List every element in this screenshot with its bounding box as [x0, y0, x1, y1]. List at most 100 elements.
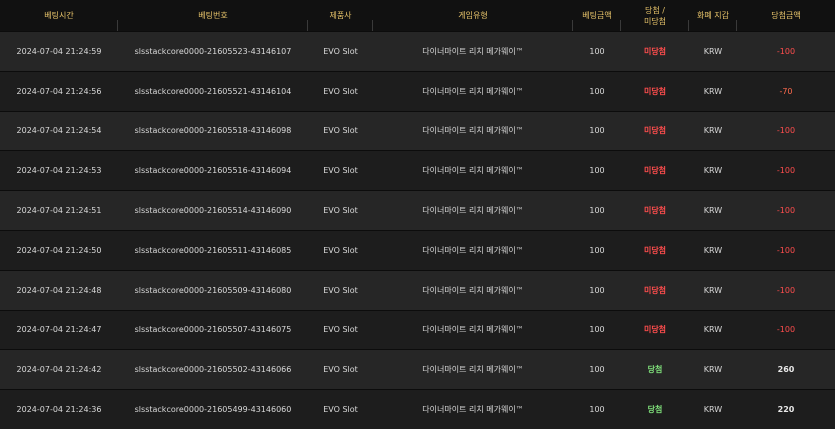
cell-bet-amount: 100 — [573, 190, 621, 231]
cell-bet-number: slsstackcore0000-21605509-43146080 — [118, 269, 308, 311]
cell-game-type: 다이너마이트 리치 메가웨이™ — [373, 110, 573, 151]
cell-bet-time: 2024-07-04 21:24:48 — [0, 269, 118, 311]
cell-win-amount: -100 — [737, 190, 835, 231]
cell-provider: EVO Slot — [308, 190, 373, 231]
cell-win-amount: -100 — [737, 309, 835, 350]
cell-provider: EVO Slot — [308, 389, 373, 429]
cell-bet-number: slsstackcore0000-21605514-43146090 — [118, 190, 308, 231]
table-row[interactable]: 2024-07-04 21:24:36 slsstackcore0000-2160… — [0, 389, 835, 429]
cell-win-amount: 220 — [737, 389, 835, 429]
cell-result: 당첨 — [621, 389, 689, 429]
cell-bet-amount: 100 — [573, 389, 621, 429]
cell-win-amount: -100 — [737, 31, 835, 72]
cell-result: 미당첨 — [621, 269, 689, 311]
header-bet-number[interactable]: 베팅번호 — [118, 0, 308, 32]
cell-currency: KRW — [689, 309, 737, 350]
cell-bet-time: 2024-07-04 21:24:54 — [0, 110, 118, 151]
cell-currency: KRW — [689, 150, 737, 191]
header-game-type[interactable]: 게임유형 — [373, 0, 573, 32]
cell-provider: EVO Slot — [308, 229, 373, 271]
cell-game-type: 다이너마이트 리치 메가웨이™ — [373, 309, 573, 350]
cell-game-type: 다이너마이트 리치 메가웨이™ — [373, 389, 573, 429]
cell-bet-number: slsstackcore0000-21605507-43146075 — [118, 309, 308, 350]
cell-bet-amount: 100 — [573, 309, 621, 350]
cell-win-amount: 260 — [737, 349, 835, 390]
cell-bet-time: 2024-07-04 21:24:53 — [0, 150, 118, 191]
cell-game-type: 다이너마이트 리치 메가웨이™ — [373, 150, 573, 191]
table-row[interactable]: 2024-07-04 21:24:53 slsstackcore0000-2160… — [0, 150, 835, 191]
cell-currency: KRW — [689, 269, 737, 311]
table-row[interactable]: 2024-07-04 21:24:42 slsstackcore0000-2160… — [0, 349, 835, 390]
cell-provider: EVO Slot — [308, 150, 373, 191]
table-row[interactable]: 2024-07-04 21:24:56 slsstackcore0000-2160… — [0, 70, 835, 112]
cell-bet-number: slsstackcore0000-21605521-43146104 — [118, 70, 308, 112]
table-header-row: 베팅시간 베팅번호 제품사 게임유형 베팅금액 당첨 / 미당첨 화폐 지갑 당… — [0, 0, 835, 32]
cell-bet-time: 2024-07-04 21:24:42 — [0, 349, 118, 390]
cell-bet-number: slsstackcore0000-21605511-43146085 — [118, 229, 308, 271]
cell-result: 당첨 — [621, 349, 689, 390]
table-row[interactable]: 2024-07-04 21:24:51 slsstackcore0000-2160… — [0, 190, 835, 231]
cell-provider: EVO Slot — [308, 269, 373, 311]
bet-history-table: 베팅시간 베팅번호 제품사 게임유형 베팅금액 당첨 / 미당첨 화폐 지갑 당… — [0, 0, 835, 429]
cell-currency: KRW — [689, 110, 737, 151]
cell-bet-number: slsstackcore0000-21605518-43146098 — [118, 110, 308, 151]
cell-currency: KRW — [689, 31, 737, 72]
cell-win-amount: -70 — [737, 70, 835, 112]
cell-bet-amount: 100 — [573, 229, 621, 271]
cell-currency: KRW — [689, 389, 737, 429]
cell-currency: KRW — [689, 229, 737, 271]
cell-bet-amount: 100 — [573, 150, 621, 191]
table-row[interactable]: 2024-07-04 21:24:48 slsstackcore0000-2160… — [0, 269, 835, 311]
header-bet-amount[interactable]: 베팅금액 — [573, 0, 621, 32]
cell-bet-number: slsstackcore0000-21605502-43146066 — [118, 349, 308, 390]
header-provider[interactable]: 제품사 — [308, 0, 373, 32]
header-currency[interactable]: 화폐 지갑 — [689, 0, 737, 32]
cell-win-amount: -100 — [737, 229, 835, 271]
cell-result: 미당첨 — [621, 70, 689, 112]
table-row[interactable]: 2024-07-04 21:24:50 slsstackcore0000-2160… — [0, 229, 835, 271]
cell-result: 미당첨 — [621, 190, 689, 231]
cell-game-type: 다이너마이트 리치 메가웨이™ — [373, 269, 573, 311]
cell-provider: EVO Slot — [308, 309, 373, 350]
cell-currency: KRW — [689, 190, 737, 231]
cell-provider: EVO Slot — [308, 31, 373, 72]
cell-result: 미당첨 — [621, 150, 689, 191]
cell-bet-number: slsstackcore0000-21605499-43146060 — [118, 389, 308, 429]
header-win-amount[interactable]: 당첨금액 — [737, 0, 835, 32]
cell-bet-time: 2024-07-04 21:24:36 — [0, 389, 118, 429]
cell-game-type: 다이너마이트 리치 메가웨이™ — [373, 190, 573, 231]
cell-result: 미당첨 — [621, 309, 689, 350]
cell-provider: EVO Slot — [308, 349, 373, 390]
cell-currency: KRW — [689, 70, 737, 112]
cell-bet-time: 2024-07-04 21:24:59 — [0, 31, 118, 72]
cell-currency: KRW — [689, 349, 737, 390]
cell-result: 미당첨 — [621, 31, 689, 72]
cell-result: 미당첨 — [621, 110, 689, 151]
cell-game-type: 다이너마이트 리치 메가웨이™ — [373, 229, 573, 271]
cell-bet-amount: 100 — [573, 269, 621, 311]
cell-game-type: 다이너마이트 리치 메가웨이™ — [373, 349, 573, 390]
table-row[interactable]: 2024-07-04 21:24:59 slsstackcore0000-2160… — [0, 31, 835, 72]
cell-bet-time: 2024-07-04 21:24:51 — [0, 190, 118, 231]
table-row[interactable]: 2024-07-04 21:24:47 slsstackcore0000-2160… — [0, 309, 835, 350]
cell-win-amount: -100 — [737, 269, 835, 311]
cell-bet-amount: 100 — [573, 31, 621, 72]
cell-provider: EVO Slot — [308, 110, 373, 151]
cell-win-amount: -100 — [737, 150, 835, 191]
cell-game-type: 다이너마이트 리치 메가웨이™ — [373, 31, 573, 72]
cell-provider: EVO Slot — [308, 70, 373, 112]
cell-bet-time: 2024-07-04 21:24:47 — [0, 309, 118, 350]
cell-bet-number: slsstackcore0000-21605516-43146094 — [118, 150, 308, 191]
cell-bet-number: slsstackcore0000-21605523-43146107 — [118, 31, 308, 72]
header-result[interactable]: 당첨 / 미당첨 — [621, 0, 689, 32]
cell-bet-time: 2024-07-04 21:24:50 — [0, 229, 118, 271]
cell-result: 미당첨 — [621, 229, 689, 271]
table-row[interactable]: 2024-07-04 21:24:54 slsstackcore0000-2160… — [0, 110, 835, 151]
cell-game-type: 다이너마이트 리치 메가웨이™ — [373, 70, 573, 112]
cell-bet-amount: 100 — [573, 349, 621, 390]
header-bet-time[interactable]: 베팅시간 — [0, 0, 118, 32]
cell-bet-amount: 100 — [573, 70, 621, 112]
cell-bet-amount: 100 — [573, 110, 621, 151]
cell-win-amount: -100 — [737, 110, 835, 151]
cell-bet-time: 2024-07-04 21:24:56 — [0, 70, 118, 112]
